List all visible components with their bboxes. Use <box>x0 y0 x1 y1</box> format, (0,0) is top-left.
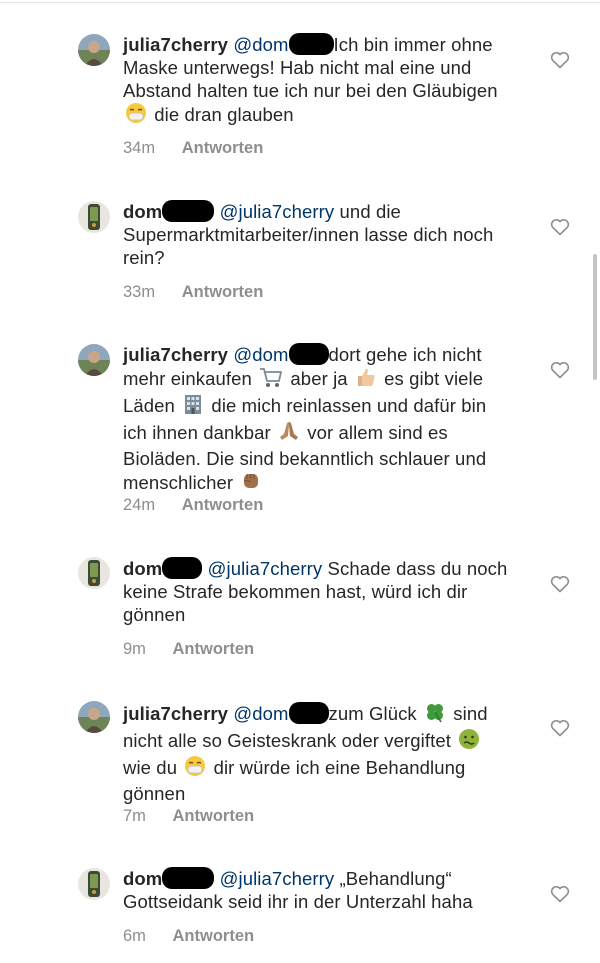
heart-outline-icon[interactable] <box>550 361 570 379</box>
raised-fist-icon <box>240 470 262 497</box>
comment-timestamp: 24m <box>123 496 156 514</box>
comment-text: julia7cherry @dom dort gehe ich nicht meh… <box>123 343 513 497</box>
comment-text: julia7cherry @dom zum Glück sind nicht al… <box>123 701 513 805</box>
comment-text-part: die dran glauben <box>149 104 294 125</box>
comment-text: julia7cherry @dom Ich bin immer ohne Mask… <box>123 33 513 129</box>
reply-button[interactable]: Antworten <box>182 283 264 302</box>
comment-meta: 34m Antworten <box>123 139 263 158</box>
comment-text: dom @julia7cherry Schade dass du noch ke… <box>123 557 513 626</box>
redaction-mark <box>288 702 329 724</box>
comment-username[interactable]: julia7cherry <box>123 34 228 55</box>
heart-outline-icon[interactable] <box>550 51 570 69</box>
folded-hands-icon <box>278 420 300 447</box>
heart-outline-icon[interactable] <box>550 719 570 737</box>
comment-username[interactable]: julia7cherry <box>123 344 228 365</box>
avatar[interactable] <box>78 201 110 233</box>
comment-mention[interactable]: @dom <box>233 702 329 724</box>
reply-button[interactable]: Antworten <box>173 807 255 826</box>
comment-mention[interactable]: @julia7cherry <box>208 558 323 579</box>
four-leaf-clover-icon <box>424 701 446 728</box>
comment-text: dom @julia7cherry „Behandlung“ Gottseida… <box>123 867 513 913</box>
redaction-mark <box>288 343 329 365</box>
heart-outline-icon[interactable] <box>550 575 570 593</box>
comment-text-part: wie du <box>123 757 183 778</box>
thumbs-up-icon <box>355 366 377 393</box>
comment-text-part: zum Glück <box>328 703 423 724</box>
avatar[interactable] <box>78 868 110 900</box>
comment-meta: 24m Antworten <box>123 496 263 515</box>
comment-username[interactable]: dom <box>123 867 215 889</box>
avatar[interactable] <box>78 557 110 589</box>
heart-outline-icon[interactable] <box>550 885 570 903</box>
comment-username[interactable]: julia7cherry <box>123 703 228 724</box>
comment-timestamp: 7m <box>123 807 146 825</box>
top-divider <box>0 2 600 3</box>
redaction-mark <box>162 867 215 889</box>
face-with-medical-mask-icon <box>184 755 206 782</box>
comment-mention[interactable]: @julia7cherry <box>220 201 335 222</box>
redaction-mark <box>162 200 215 222</box>
redaction-mark <box>162 557 203 579</box>
comment-timestamp: 34m <box>123 139 156 157</box>
comment-meta: 33m Antworten <box>123 283 263 302</box>
heart-outline-icon[interactable] <box>550 218 570 236</box>
comment-mention[interactable]: @dom <box>233 33 334 55</box>
reply-button[interactable]: Antworten <box>182 496 264 515</box>
face-with-medical-mask-icon <box>125 102 147 129</box>
comment-mention[interactable]: @dom <box>233 343 329 365</box>
comment-text: dom @julia7cherry und die Supermarktmita… <box>123 200 513 269</box>
comment-timestamp: 9m <box>123 640 146 658</box>
comment-meta: 7m Antworten <box>123 807 254 826</box>
reply-button[interactable]: Antworten <box>173 927 255 946</box>
office-building-icon <box>182 393 204 420</box>
shopping-cart-icon <box>259 366 283 393</box>
comment-meta: 9m Antworten <box>123 640 254 659</box>
avatar[interactable] <box>78 701 110 733</box>
comment-username[interactable]: dom <box>123 557 203 579</box>
scrollbar[interactable] <box>593 254 597 380</box>
comment-text-part: aber ja <box>285 368 353 389</box>
reply-button[interactable]: Antworten <box>182 139 264 158</box>
comment-username[interactable]: dom <box>123 200 215 222</box>
comment-timestamp: 33m <box>123 283 156 301</box>
comment-timestamp: 6m <box>123 927 146 945</box>
comment-mention[interactable]: @julia7cherry <box>220 868 335 889</box>
redaction-mark <box>288 33 334 55</box>
avatar[interactable] <box>78 344 110 376</box>
avatar[interactable] <box>78 34 110 66</box>
comment-meta: 6m Antworten <box>123 927 254 946</box>
reply-button[interactable]: Antworten <box>173 640 255 659</box>
nauseated-face-icon <box>458 728 480 755</box>
